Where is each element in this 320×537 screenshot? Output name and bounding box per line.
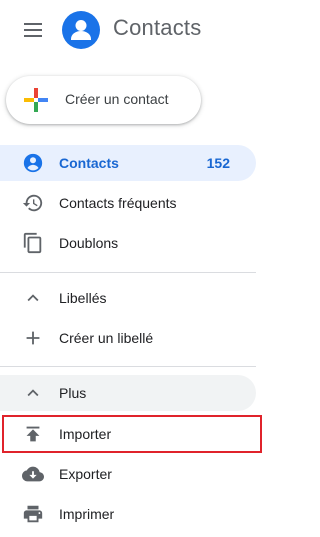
sidebar-item-label: Contacts [59,155,119,171]
printer-icon [23,505,43,523]
sidebar-item-label: Plus [59,385,87,401]
plus-icon [26,331,40,345]
copy-icon [23,232,42,254]
sidebar-item-label: Créer un libellé [59,330,154,346]
create-contact-button[interactable]: Créer un contact [6,76,201,124]
create-contact-label: Créer un contact [65,91,169,107]
divider [0,272,256,273]
contacts-logo-icon[interactable] [62,11,100,49]
sidebar-item-label: Imprimer [59,506,115,522]
sidebar-item-duplicates[interactable]: Doublons [0,225,256,261]
sidebar-section-more[interactable]: Plus [0,375,256,411]
sidebar-section-labels[interactable]: Libellés [0,280,256,316]
person-circle-icon [23,153,43,173]
hamburger-menu-icon[interactable] [20,18,46,42]
sidebar-item-frequent-contacts[interactable]: Contacts fréquents [0,185,256,221]
sidebar-item-contacts[interactable]: Contacts 152 [0,145,256,181]
app-header: Contacts [0,0,268,60]
cloud-download-icon [22,466,44,482]
chevron-up-icon [27,294,39,302]
contacts-count: 152 [206,155,230,171]
chevron-up-icon [27,389,39,397]
app-title: Contacts [113,15,202,40]
sidebar-item-label: Doublons [59,235,119,251]
sidebar-item-label: Exporter [59,466,112,482]
sidebar-item-create-label[interactable]: Créer un libellé [0,320,256,356]
sidebar-item-print[interactable]: Imprimer [0,496,256,532]
sidebar-item-label: Libellés [59,290,107,306]
history-icon [22,194,43,212]
sidebar-item-label: Contacts fréquents [59,195,177,211]
divider [0,366,256,367]
sidebar-item-export[interactable]: Exporter [0,456,256,492]
multicolor-plus-icon [24,88,48,112]
highlight-box [2,415,262,453]
